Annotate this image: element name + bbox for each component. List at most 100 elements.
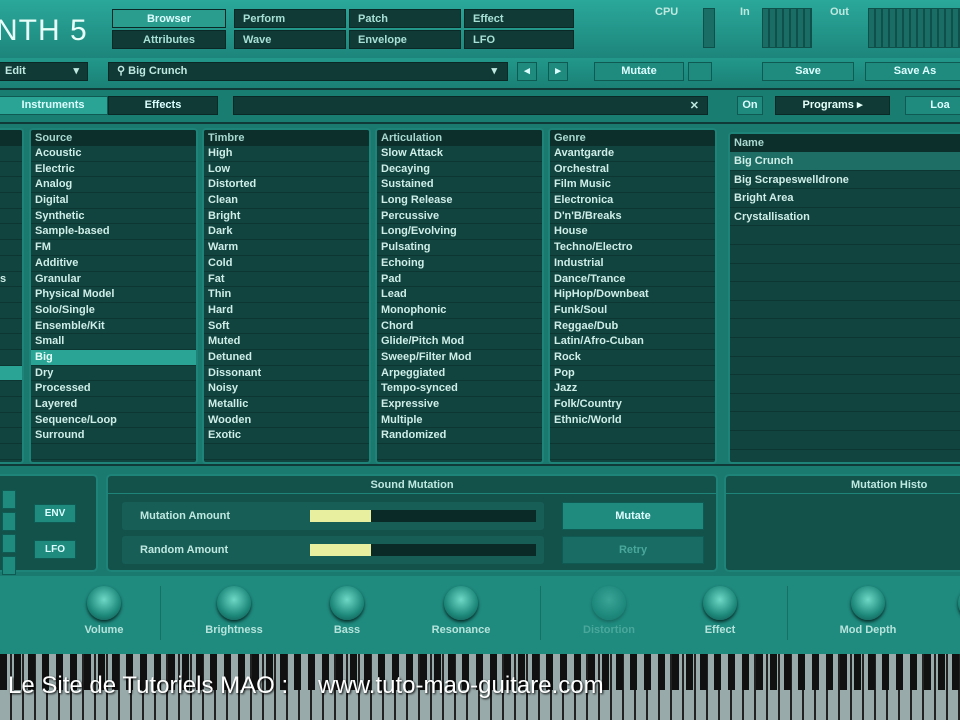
on-toggle[interactable]: On xyxy=(737,96,763,115)
list-item[interactable]: Soft xyxy=(204,319,369,335)
tab-effects[interactable]: Effects xyxy=(108,96,218,115)
list-item[interactable]: Fat xyxy=(204,272,369,288)
side-button-4[interactable] xyxy=(2,556,16,575)
tab-wave[interactable]: Wave xyxy=(234,30,346,49)
list-item[interactable] xyxy=(0,319,22,335)
list-item[interactable]: HipHop/Downbeat xyxy=(550,287,715,303)
list-item[interactable] xyxy=(0,193,22,209)
list-item[interactable]: Additive xyxy=(31,256,196,272)
list-item[interactable]: Sweep/Filter Mod xyxy=(377,350,542,366)
list-item[interactable] xyxy=(0,444,22,460)
keyboard[interactable]: Le Site de Tutoriels MAO : www.tuto-mao-g… xyxy=(0,654,960,720)
load-button[interactable]: Loa xyxy=(905,96,960,115)
list-item[interactable]: Lead xyxy=(377,287,542,303)
list-item[interactable]: Long Release xyxy=(377,193,542,209)
list-item[interactable]: Exotic xyxy=(204,428,369,445)
list-item[interactable]: Slow Attack xyxy=(377,146,542,162)
list-item[interactable] xyxy=(0,365,22,382)
list-item[interactable]: Pop xyxy=(550,366,715,382)
list-item[interactable]: Arpeggiated xyxy=(377,366,542,382)
mutate-toolbar-button[interactable]: Mutate xyxy=(594,62,684,81)
list-item[interactable]: High xyxy=(204,146,369,162)
save-button[interactable]: Save xyxy=(762,62,854,81)
list-item[interactable]: Bright xyxy=(204,209,369,225)
list-item[interactable] xyxy=(0,303,22,319)
list-item[interactable]: Clean xyxy=(204,193,369,209)
list-item[interactable]: Synthetic xyxy=(31,209,196,225)
list-item[interactable]: Hard xyxy=(204,303,369,319)
list-item[interactable]: Dry xyxy=(31,366,196,382)
mod-depth-knob[interactable] xyxy=(851,586,885,620)
mutate-button[interactable]: Mutate xyxy=(562,502,704,530)
effect-knob[interactable] xyxy=(703,586,737,620)
list-item[interactable]: Small xyxy=(31,334,196,350)
result-item[interactable]: Big Scrapeswelldrone xyxy=(730,171,960,190)
list-item[interactable]: Big xyxy=(31,349,196,366)
tab-attributes[interactable]: Attributes xyxy=(112,30,226,49)
list-item[interactable] xyxy=(0,256,22,272)
list-item[interactable] xyxy=(0,350,22,366)
list-item[interactable]: D'n'B/Breaks xyxy=(550,209,715,225)
list-item[interactable] xyxy=(0,177,22,194)
list-item[interactable]: Decaying xyxy=(377,162,542,178)
list-item[interactable]: Analog xyxy=(31,177,196,194)
list-item[interactable]: Thin xyxy=(204,287,369,303)
list-item[interactable]: Techno/Electro xyxy=(550,240,715,256)
preset-selector[interactable]: ⚲ Big Crunch ▾ xyxy=(108,62,508,81)
list-item[interactable] xyxy=(0,209,22,225)
list-item[interactable]: Jazz xyxy=(550,381,715,397)
list-item[interactable] xyxy=(0,162,22,178)
list-item[interactable]: Digital xyxy=(31,193,196,209)
volume-knob[interactable] xyxy=(87,586,121,620)
result-item[interactable]: Crystallisation xyxy=(730,208,960,227)
list-item[interactable]: Echoing xyxy=(377,256,542,272)
list-item[interactable]: Pulsating xyxy=(377,240,542,256)
mutate-toggle[interactable] xyxy=(688,62,712,81)
list-item[interactable]: Avantgarde xyxy=(550,146,715,162)
result-item[interactable]: Bright Area xyxy=(730,189,960,208)
list-item[interactable]: Folk/Country xyxy=(550,397,715,413)
list-item[interactable] xyxy=(0,334,22,350)
lfo-button[interactable]: LFO xyxy=(34,540,76,559)
resonance-knob[interactable] xyxy=(444,586,478,620)
list-item[interactable]: House xyxy=(550,224,715,241)
side-button-2[interactable] xyxy=(2,512,16,531)
list-item[interactable]: Distorted xyxy=(204,177,369,194)
list-item[interactable] xyxy=(0,224,22,241)
side-button-3[interactable] xyxy=(2,534,16,553)
list-item[interactable]: Sequence/Loop xyxy=(31,413,196,429)
list-item[interactable]: Film Music xyxy=(550,177,715,194)
list-item[interactable]: Multiple xyxy=(377,413,542,429)
list-item[interactable]: Rock xyxy=(550,350,715,366)
list-item[interactable]: Noisy xyxy=(204,381,369,397)
tab-perform[interactable]: Perform xyxy=(234,9,346,28)
list-item[interactable]: Tempo-synced xyxy=(377,381,542,397)
list-item[interactable] xyxy=(0,413,22,429)
list-item[interactable]: Reggae/Dub xyxy=(550,319,715,335)
list-item[interactable]: s xyxy=(0,272,22,288)
result-item[interactable]: Big Crunch xyxy=(730,152,960,171)
brightness-knob[interactable] xyxy=(217,586,251,620)
list-item[interactable]: Muted xyxy=(204,334,369,350)
tab-lfo[interactable]: LFO xyxy=(464,30,574,49)
list-item[interactable]: FM xyxy=(31,240,196,256)
search-input[interactable]: ✕ xyxy=(233,96,708,115)
list-item[interactable]: Chord xyxy=(377,319,542,335)
list-item[interactable]: Monophonic xyxy=(377,303,542,319)
tab-effect[interactable]: Effect xyxy=(464,9,574,28)
list-item[interactable]: Orchestral xyxy=(550,162,715,178)
side-button-1[interactable] xyxy=(2,490,16,509)
random-amount-slider[interactable] xyxy=(310,544,536,556)
list-item[interactable] xyxy=(0,287,22,303)
list-item[interactable]: Layered xyxy=(31,397,196,413)
list-item[interactable]: Funk/Soul xyxy=(550,303,715,319)
programs-dropdown[interactable]: Programs ▸ xyxy=(775,96,890,115)
list-item[interactable]: Industrial xyxy=(550,256,715,272)
tab-instruments[interactable]: Instruments xyxy=(0,96,108,115)
next-preset-button[interactable]: ▸ xyxy=(548,62,568,81)
retry-button[interactable]: Retry xyxy=(562,536,704,564)
list-item[interactable]: Detuned xyxy=(204,350,369,366)
list-item[interactable]: Expressive xyxy=(377,397,542,413)
list-item[interactable]: Sample-based xyxy=(31,224,196,241)
list-item[interactable]: Latin/Afro-Cuban xyxy=(550,334,715,350)
